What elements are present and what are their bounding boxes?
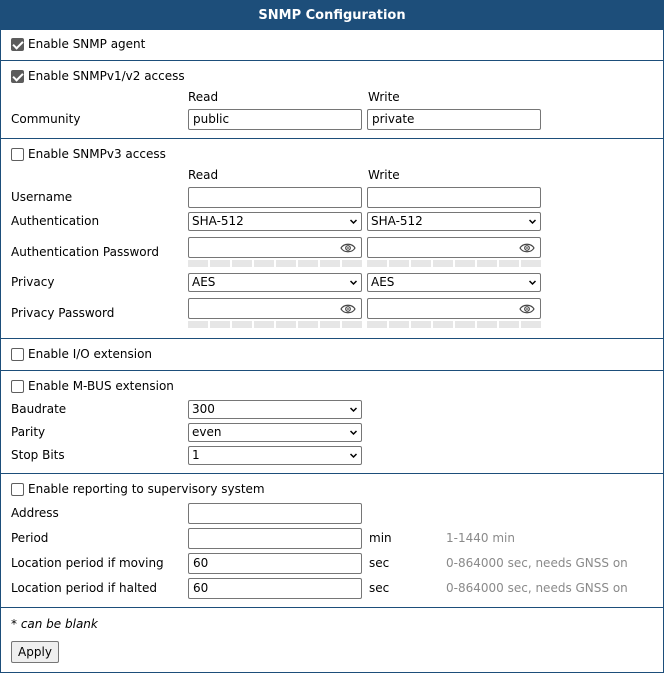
auth-password-label: Authentication Password [11, 245, 159, 259]
eye-icon[interactable] [519, 242, 535, 254]
community-write-input[interactable]: private [367, 109, 541, 130]
enable-snmpv3-label: Enable SNMPv3 access [28, 147, 166, 161]
community-read-input[interactable]: public [188, 109, 362, 130]
stop-bits-value: 1 [192, 448, 200, 462]
privacy-write-value: AES [371, 275, 395, 289]
parity-label: Parity [11, 425, 46, 439]
enable-io-extension-label: Enable I/O extension [28, 347, 153, 361]
location-moving-label: Location period if moving [11, 556, 164, 570]
read-column-header: Read [188, 168, 219, 182]
username-read-input[interactable] [188, 187, 362, 208]
period-label: Period [11, 531, 49, 545]
enable-mbus-extension-label: Enable M-BUS extension [28, 379, 174, 393]
privacy-label: Privacy [11, 275, 55, 289]
eye-icon[interactable] [340, 242, 356, 254]
read-column-header: Read [188, 90, 219, 104]
period-unit: min [369, 531, 392, 545]
period-input[interactable] [188, 528, 362, 549]
period-hint: 1-1440 min [446, 531, 515, 545]
privacy-write-select[interactable]: AES [367, 273, 541, 292]
chevron-down-icon [350, 453, 357, 459]
location-halted-input[interactable]: 60 [188, 578, 362, 599]
chevron-down-icon [350, 407, 357, 413]
location-moving-unit: sec [369, 556, 390, 570]
divider [1, 138, 663, 139]
chevron-down-icon [350, 280, 357, 286]
location-halted-label: Location period if halted [11, 581, 157, 595]
enable-reporting-checkbox[interactable] [11, 483, 24, 496]
authentication-read-select[interactable]: SHA-512 [188, 212, 362, 231]
enable-reporting-label: Enable reporting to supervisory system [28, 482, 265, 496]
password-strength-meter [367, 260, 541, 267]
baudrate-label: Baudrate [11, 402, 67, 416]
enable-snmp-agent-label: Enable SNMP agent [28, 37, 146, 51]
write-column-header: Write [368, 90, 400, 104]
enable-snmpv3-checkbox[interactable] [11, 148, 24, 161]
auth-password-write-input[interactable] [367, 237, 541, 258]
password-strength-meter [188, 321, 362, 328]
parity-value: even [192, 425, 222, 439]
divider [1, 338, 663, 339]
divider [1, 473, 663, 474]
location-halted-hint: 0-864000 sec, needs GNSS on [446, 581, 628, 595]
chevron-down-icon [529, 219, 536, 225]
eye-icon[interactable] [519, 303, 535, 315]
location-moving-hint: 0-864000 sec, needs GNSS on [446, 556, 628, 570]
panel-title: SNMP Configuration [1, 1, 663, 30]
privacy-password-read-input[interactable] [188, 298, 362, 319]
privacy-read-value: AES [192, 275, 216, 289]
apply-button[interactable]: Apply [11, 641, 59, 663]
community-label: Community [11, 112, 81, 126]
authentication-read-value: SHA-512 [192, 214, 244, 228]
enable-mbus-extension-checkbox[interactable] [11, 380, 24, 393]
snmp-config-panel: SNMP Configuration Enable SNMP agent Ena… [0, 0, 664, 673]
authentication-write-value: SHA-512 [371, 214, 423, 228]
auth-password-read-input[interactable] [188, 237, 362, 258]
location-halted-unit: sec [369, 581, 390, 595]
baudrate-value: 300 [192, 402, 215, 416]
address-input[interactable] [188, 503, 362, 524]
chevron-down-icon [350, 430, 357, 436]
divider [1, 60, 663, 61]
privacy-password-label: Privacy Password [11, 306, 115, 320]
write-column-header: Write [368, 168, 400, 182]
divider [1, 607, 663, 608]
location-moving-input[interactable]: 60 [188, 553, 362, 574]
username-write-input[interactable] [367, 187, 541, 208]
stop-bits-label: Stop Bits [11, 448, 65, 462]
chevron-down-icon [529, 280, 536, 286]
parity-select[interactable]: even [188, 423, 362, 442]
baudrate-select[interactable]: 300 [188, 400, 362, 419]
enable-snmp-agent-checkbox[interactable] [11, 38, 24, 51]
enable-snmpv1v2-label: Enable SNMPv1/v2 access [28, 69, 185, 83]
eye-icon[interactable] [340, 303, 356, 315]
password-strength-meter [367, 321, 541, 328]
address-label: Address [11, 506, 59, 520]
divider [1, 370, 663, 371]
footnote: * can be blank [11, 617, 98, 631]
authentication-write-select[interactable]: SHA-512 [367, 212, 541, 231]
privacy-password-write-input[interactable] [367, 298, 541, 319]
stop-bits-select[interactable]: 1 [188, 446, 362, 465]
chevron-down-icon [350, 219, 357, 225]
username-label: Username [11, 190, 73, 204]
enable-snmpv1v2-checkbox[interactable] [11, 70, 24, 83]
password-strength-meter [188, 260, 362, 267]
authentication-label: Authentication [11, 214, 100, 228]
enable-io-extension-checkbox[interactable] [11, 348, 24, 361]
privacy-read-select[interactable]: AES [188, 273, 362, 292]
